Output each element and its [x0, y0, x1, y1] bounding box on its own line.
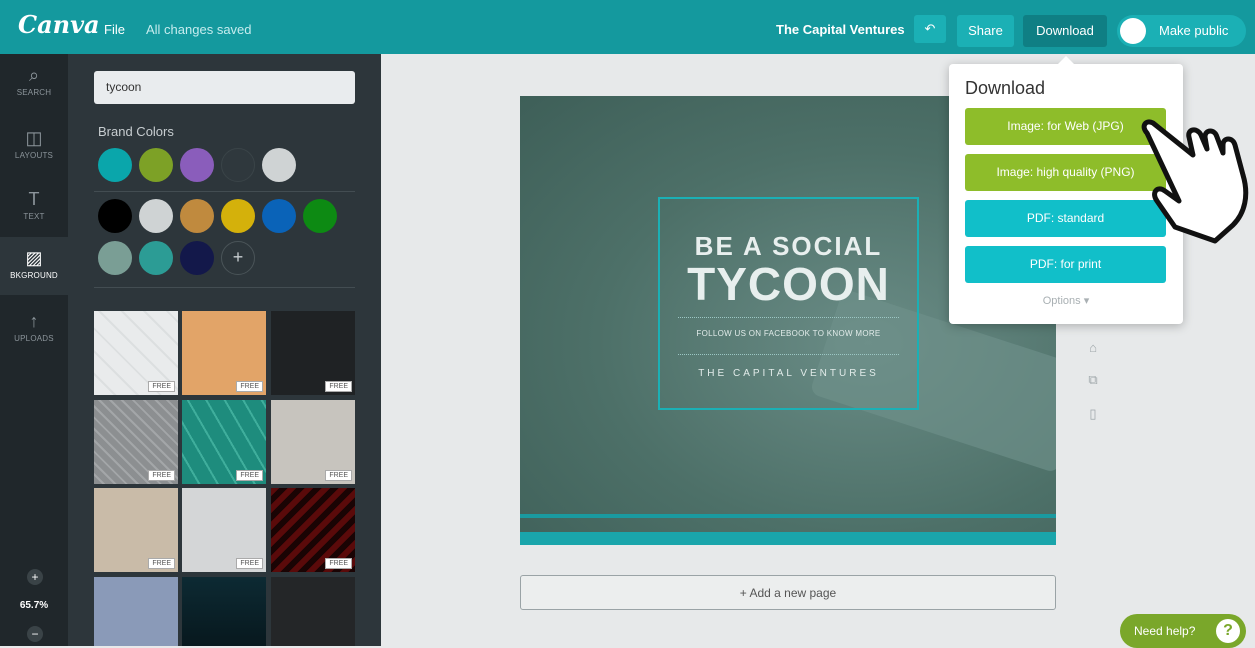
background-icon: ▨: [25, 248, 43, 268]
free-badge: FREE: [325, 470, 352, 481]
background-tile[interactable]: [271, 577, 355, 646]
background-tile[interactable]: FREE: [271, 488, 355, 572]
nav-label: UPLOADS: [14, 334, 54, 343]
upload-icon: ↑: [29, 311, 39, 331]
color-swatch[interactable]: [139, 199, 173, 233]
background-tile[interactable]: FREE: [94, 400, 178, 484]
nav-text[interactable]: T TEXT: [0, 178, 68, 236]
left-nav: ⌕ SEARCH ◫ LAYOUTS T TEXT ▨ BKGROUND ↑ U…: [0, 54, 68, 646]
document-title[interactable]: The Capital Ventures: [776, 22, 905, 37]
top-bar: Canva File All changes saved The Capital…: [0, 0, 1255, 54]
make-public-label: Make public: [1159, 23, 1229, 38]
help-button[interactable]: Need help? ?: [1120, 614, 1246, 648]
undo-button[interactable]: ↶: [914, 15, 946, 43]
color-swatch[interactable]: [303, 199, 337, 233]
background-tile[interactable]: FREE: [271, 400, 355, 484]
free-badge: FREE: [325, 558, 352, 569]
color-swatch[interactable]: [98, 148, 132, 182]
accent-stripe: [520, 514, 1056, 518]
text-frame[interactable]: BE A SOCIAL TYCOON FOLLOW US ON FACEBOOK…: [658, 197, 919, 410]
divider: [94, 287, 355, 288]
background-tile[interactable]: FREE: [94, 311, 178, 395]
toggle-knob: [1120, 18, 1146, 44]
nav-layouts[interactable]: ◫ LAYOUTS: [0, 117, 68, 175]
share-button[interactable]: Share: [957, 15, 1014, 47]
free-badge: FREE: [236, 558, 263, 569]
color-swatch[interactable]: [180, 199, 214, 233]
color-swatch[interactable]: [180, 241, 214, 275]
background-tile[interactable]: [182, 577, 266, 646]
nav-label: TEXT: [23, 212, 45, 221]
free-badge: FREE: [236, 381, 263, 392]
company-name[interactable]: THE CAPITAL VENTURES: [660, 368, 917, 379]
free-badge: FREE: [148, 381, 175, 392]
color-swatch[interactable]: [262, 199, 296, 233]
color-swatch[interactable]: [221, 148, 255, 182]
free-badge: FREE: [325, 381, 352, 392]
make-public-toggle[interactable]: Make public: [1117, 15, 1246, 47]
add-page-button[interactable]: + Add a new page: [520, 575, 1056, 610]
text-icon: T: [28, 189, 40, 209]
follow-text[interactable]: FOLLOW US ON FACEBOOK TO KNOW MORE: [660, 329, 917, 338]
help-label: Need help?: [1134, 624, 1196, 638]
background-tile[interactable]: FREE: [94, 488, 178, 572]
lock-icon[interactable]: ⌂: [1084, 340, 1102, 358]
background-panel: Brand Colors + FREE FREE FREE FREE FREE …: [68, 54, 381, 646]
color-swatch[interactable]: [221, 199, 255, 233]
download-menu-title: Download: [965, 78, 1046, 98]
background-tile[interactable]: FREE: [271, 311, 355, 395]
hand-pointer-icon: [1141, 119, 1249, 244]
divider: [94, 191, 355, 192]
undo-icon: ↶: [924, 21, 936, 36]
download-button[interactable]: Download: [1023, 15, 1107, 47]
accent-stripe: [520, 532, 1056, 545]
layouts-icon: ◫: [25, 128, 43, 148]
save-status: All changes saved: [146, 22, 252, 37]
search-input[interactable]: [94, 71, 355, 104]
zoom-out-button[interactable]: −: [27, 626, 43, 642]
question-icon: ?: [1216, 619, 1240, 643]
zoom-in-button[interactable]: +: [27, 569, 43, 585]
brand-colors-title: Brand Colors: [98, 124, 174, 139]
headline-line2[interactable]: TYCOON: [660, 257, 917, 311]
nav-label: SEARCH: [16, 88, 52, 97]
dotted-divider: [678, 354, 899, 355]
file-menu[interactable]: File: [104, 22, 125, 37]
color-swatch[interactable]: [180, 148, 214, 182]
nav-search[interactable]: ⌕ SEARCH: [0, 54, 68, 112]
add-color-button[interactable]: +: [221, 241, 255, 275]
canva-logo[interactable]: Canva: [18, 10, 100, 39]
nav-label: BKGROUND: [10, 271, 58, 280]
trash-icon[interactable]: ▯: [1084, 406, 1102, 424]
dotted-divider: [678, 317, 899, 318]
zoom-level: 65.7%: [19, 600, 49, 611]
nav-label: LAYOUTS: [14, 151, 54, 160]
color-swatch[interactable]: [98, 199, 132, 233]
color-swatch[interactable]: [139, 241, 173, 275]
copy-page-icon[interactable]: ⧉: [1084, 372, 1102, 390]
color-swatch[interactable]: [139, 148, 173, 182]
download-options-link[interactable]: Options ▾: [949, 294, 1183, 307]
free-badge: FREE: [148, 470, 175, 481]
free-badge: FREE: [236, 470, 263, 481]
nav-uploads[interactable]: ↑ UPLOADS: [0, 300, 68, 358]
download-pdf-print-button[interactable]: PDF: for print: [965, 246, 1166, 283]
color-swatch[interactable]: [98, 241, 132, 275]
background-tile[interactable]: [94, 577, 178, 646]
background-tile[interactable]: FREE: [182, 400, 266, 484]
background-tile[interactable]: FREE: [182, 311, 266, 395]
color-swatch[interactable]: [262, 148, 296, 182]
search-icon: ⌕: [28, 65, 40, 85]
background-tile[interactable]: FREE: [182, 488, 266, 572]
free-badge: FREE: [148, 558, 175, 569]
nav-background[interactable]: ▨ BKGROUND: [0, 237, 68, 295]
